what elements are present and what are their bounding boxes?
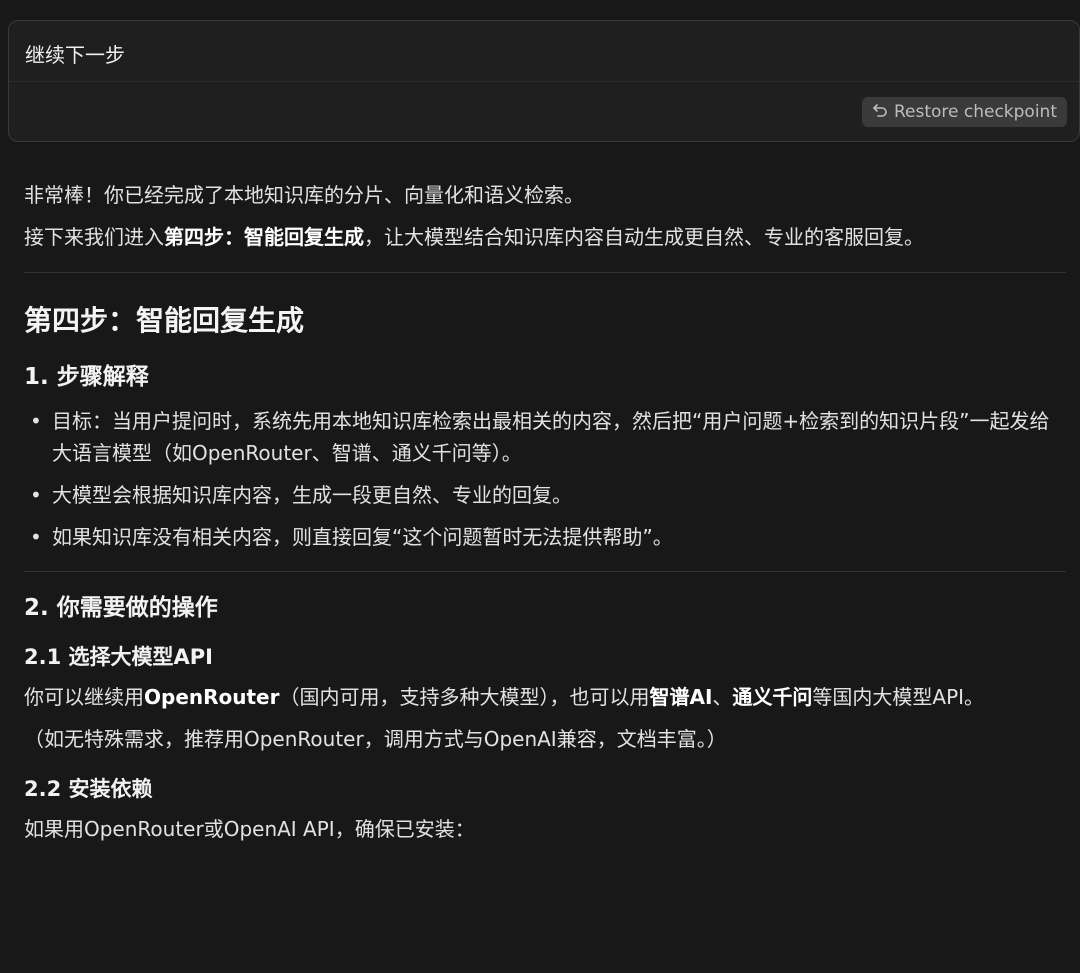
- restore-checkpoint-label: Restore checkpoint: [893, 102, 1057, 122]
- step2-1-paragraph: 你可以继续用OpenRouter（国内可用，支持多种大模型），也可以用智谱AI、…: [24, 680, 1066, 714]
- openrouter-bold: OpenRouter: [144, 685, 280, 709]
- intro-line-1: 非常棒！你已经完成了本地知识库的分片、向量化和语义检索。: [24, 183, 584, 207]
- step2-1-note: （如无特殊需求，推荐用OpenRouter，调用方式与OpenAI兼容，文档丰富…: [24, 727, 727, 751]
- text-span: 、: [712, 685, 733, 709]
- intro-line-2-prefix: 接下来我们进入: [24, 225, 164, 249]
- tongyi-bold: 通义千问: [732, 685, 813, 709]
- intro-line-2-suffix: ，让大模型结合知识库内容自动生成更自然、专业的客服回复。: [364, 225, 924, 249]
- step2-2-heading: 2.2 安装依赖: [24, 777, 153, 801]
- list-item: 大模型会根据知识库内容，生成一段更自然、专业的回复。: [24, 479, 1066, 511]
- text-span: 你可以继续用: [24, 685, 144, 709]
- step2-heading: 2. 你需要做的操作: [24, 595, 218, 621]
- divider: [24, 571, 1066, 572]
- restore-checkpoint-button[interactable]: Restore checkpoint: [861, 97, 1067, 127]
- text-span: 等国内大模型API。: [812, 685, 985, 709]
- intro-line-2: 接下来我们进入第四步：智能回复生成，让大模型结合知识库内容自动生成更自然、专业的…: [24, 220, 1066, 254]
- section-title: 第四步：智能回复生成: [24, 304, 305, 337]
- card-divider: [9, 81, 1079, 82]
- assistant-response: 非常棒！你已经完成了本地知识库的分片、向量化和语义检索。 接下来我们进入第四步：…: [24, 178, 1066, 854]
- step2-2-paragraph: 如果用OpenRouter或OpenAI API，确保已安装：: [24, 817, 475, 841]
- user-message-card[interactable]: 继续下一步 Restore checkpoint: [8, 20, 1080, 142]
- divider: [24, 272, 1066, 273]
- list-item: 目标：当用户提问时，系统先用本地知识库检索出最相关的内容，然后把“用户问题+检索…: [24, 405, 1066, 469]
- list-item: 如果知识库没有相关内容，则直接回复“这个问题暂时无法提供帮助”。: [24, 521, 1066, 553]
- step2-1-heading: 2.1 选择大模型API: [24, 645, 213, 669]
- zhipu-bold: 智谱AI: [649, 685, 713, 709]
- undo-icon: [872, 102, 888, 123]
- step1-heading: 1. 步骤解释: [24, 364, 149, 390]
- intro-line-2-bold: 第四步：智能回复生成: [164, 225, 364, 249]
- step1-bullet-list: 目标：当用户提问时，系统先用本地知识库检索出最相关的内容，然后把“用户问题+检索…: [24, 405, 1066, 553]
- user-message-text: 继续下一步: [25, 43, 125, 67]
- text-span: （国内可用，支持多种大模型），也可以用: [279, 685, 650, 709]
